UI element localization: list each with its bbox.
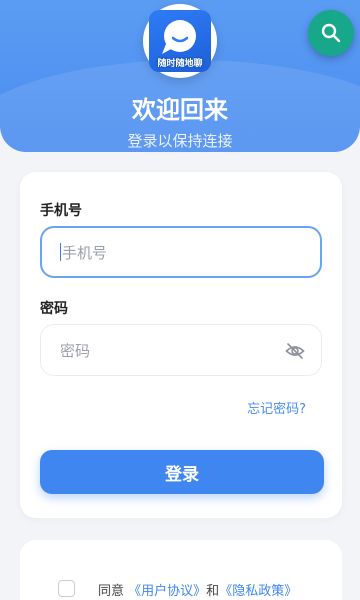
password-input[interactable]: 密码: [40, 324, 322, 376]
password-placeholder: 密码: [60, 341, 91, 360]
search-icon: [321, 23, 341, 43]
forgot-password-link[interactable]: 忘记密码?: [247, 398, 306, 417]
app-logo: 随时随地聊: [143, 4, 217, 78]
agree-prefix: 同意: [98, 584, 125, 599]
agreement-card: 同意 《用户协议》和《隐私政策》: [20, 540, 342, 600]
phone-label: 手机号: [40, 203, 82, 219]
search-button[interactable]: [308, 10, 354, 56]
page-subtitle: 登录以保持连接: [127, 132, 233, 150]
password-label: 密码: [40, 301, 68, 317]
phone-input[interactable]: 手机号: [40, 226, 322, 278]
login-card: 手机号 手机号 密码 密码 忘记密码? 登录: [20, 172, 342, 518]
user-agreement-link[interactable]: 《用户协议》: [128, 584, 206, 599]
phone-placeholder: 手机号: [62, 243, 108, 262]
privacy-policy-link[interactable]: 《隐私政策》: [219, 584, 297, 599]
eye-off-icon[interactable]: [285, 341, 305, 361]
logo-text: 随时随地聊: [157, 59, 203, 69]
header-banner: 随时随地聊 欢迎回来 登录以保持连接: [0, 0, 360, 152]
agree-and: 和: [206, 584, 220, 599]
text-caret: [60, 243, 61, 261]
agree-checkbox[interactable]: [58, 580, 75, 597]
logo-icon: 随时随地聊: [149, 10, 211, 72]
agreement-text: 同意 《用户协议》和《隐私政策》: [98, 580, 297, 599]
login-button[interactable]: 登录: [40, 450, 324, 494]
page-title: 欢迎回来: [132, 96, 228, 124]
